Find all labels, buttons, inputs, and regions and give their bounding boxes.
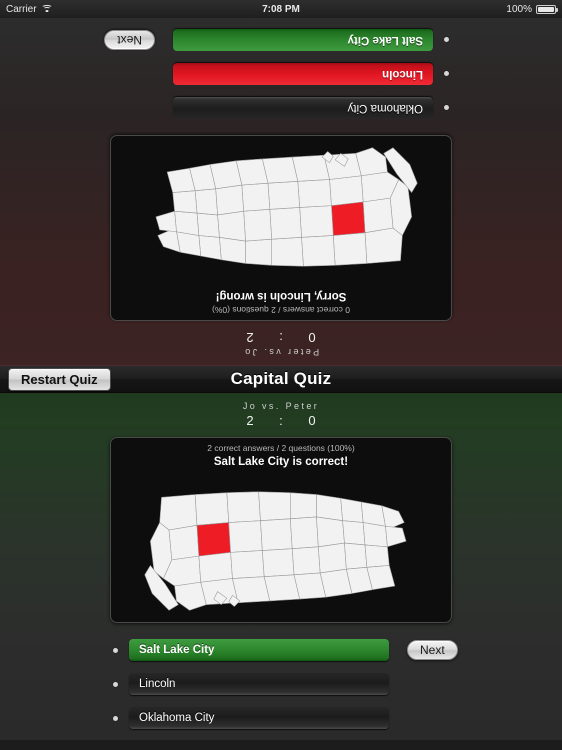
feedback-text-top: Sorry, Lincoln is wrong! <box>215 290 347 302</box>
answer-button-oklahoma-city[interactable]: Oklahoma City <box>129 707 389 729</box>
player-pane-top: Peter vs. Jo 0 : 2 0 correct answers / 2… <box>0 18 562 365</box>
navigation-bar: Restart Quiz Capital Quiz <box>0 365 562 393</box>
scoreboard-score: 0 : 2 <box>235 330 316 345</box>
next-button-top[interactable]: Next <box>104 30 155 50</box>
battery-full-icon <box>536 4 558 14</box>
status-bar-right: 100% <box>506 3 558 15</box>
answer-button-lincoln[interactable]: Lincoln <box>129 673 389 695</box>
restart-quiz-button[interactable]: Restart Quiz <box>8 367 111 391</box>
next-slot: Next <box>389 640 465 660</box>
bullet-icon <box>113 715 118 721</box>
answer-row: Oklahoma City <box>0 701 562 735</box>
bullet-icon <box>444 37 449 43</box>
us-map-bottom <box>111 468 451 622</box>
bullet-icon <box>113 681 118 687</box>
scoreboard-names: Jo vs. Peter <box>242 401 320 411</box>
answer-row: Salt Lake City Next <box>0 23 562 57</box>
answer-row: Lincoln <box>0 667 562 701</box>
scoreboard-names: Peter vs. Jo <box>242 347 320 357</box>
map-panel-top: 0 correct answers / 2 questions (0%) Sor… <box>110 135 452 321</box>
stats-text-bottom: 2 correct answers / 2 questions (100%) <box>207 443 355 453</box>
feedback-text-bottom: Salt Lake City is correct! <box>213 456 349 468</box>
answer-button-salt-lake-city[interactable]: Salt Lake City <box>129 639 389 661</box>
map-panel-bottom: 2 correct answers / 2 questions (100%) S… <box>110 437 452 623</box>
answer-button-lincoln[interactable]: Lincoln <box>173 63 433 85</box>
answer-list-bottom: Salt Lake City Next Lincoln Oklahoma Cit… <box>0 633 562 735</box>
answer-button-oklahoma-city[interactable]: Oklahoma City <box>173 97 433 119</box>
bullet-icon <box>444 71 449 77</box>
scoreboard-bottom: Jo vs. Peter 2 : 0 <box>0 401 562 428</box>
scoreboard-top: Peter vs. Jo 0 : 2 <box>0 330 562 357</box>
stats-text-top: 0 correct answers / 2 questions (0%) <box>212 305 350 315</box>
next-slot: Next <box>97 30 173 50</box>
answer-list-top: Oklahoma City Lincoln Salt Lake City Nex… <box>0 23 562 125</box>
app-screen: Carrier 7:08 PM 100% Peter vs. Jo 0 : 2 … <box>0 0 562 750</box>
us-map-top <box>111 136 451 290</box>
answer-row: Lincoln <box>0 57 562 91</box>
answer-row: Salt Lake City Next <box>0 633 562 667</box>
status-bar: Carrier 7:08 PM 100% <box>0 0 562 18</box>
player-pane-bottom: Jo vs. Peter 2 : 0 2 correct answers / 2… <box>0 393 562 740</box>
status-bar-clock: 7:08 PM <box>262 3 300 15</box>
battery-percent-label: 100% <box>506 3 532 15</box>
bullet-icon <box>444 105 449 111</box>
answer-button-salt-lake-city[interactable]: Salt Lake City <box>173 29 433 51</box>
next-button-bottom[interactable]: Next <box>407 640 458 660</box>
answer-row: Oklahoma City <box>0 91 562 125</box>
bullet-icon <box>113 647 118 653</box>
scoreboard-score: 2 : 0 <box>246 413 327 428</box>
